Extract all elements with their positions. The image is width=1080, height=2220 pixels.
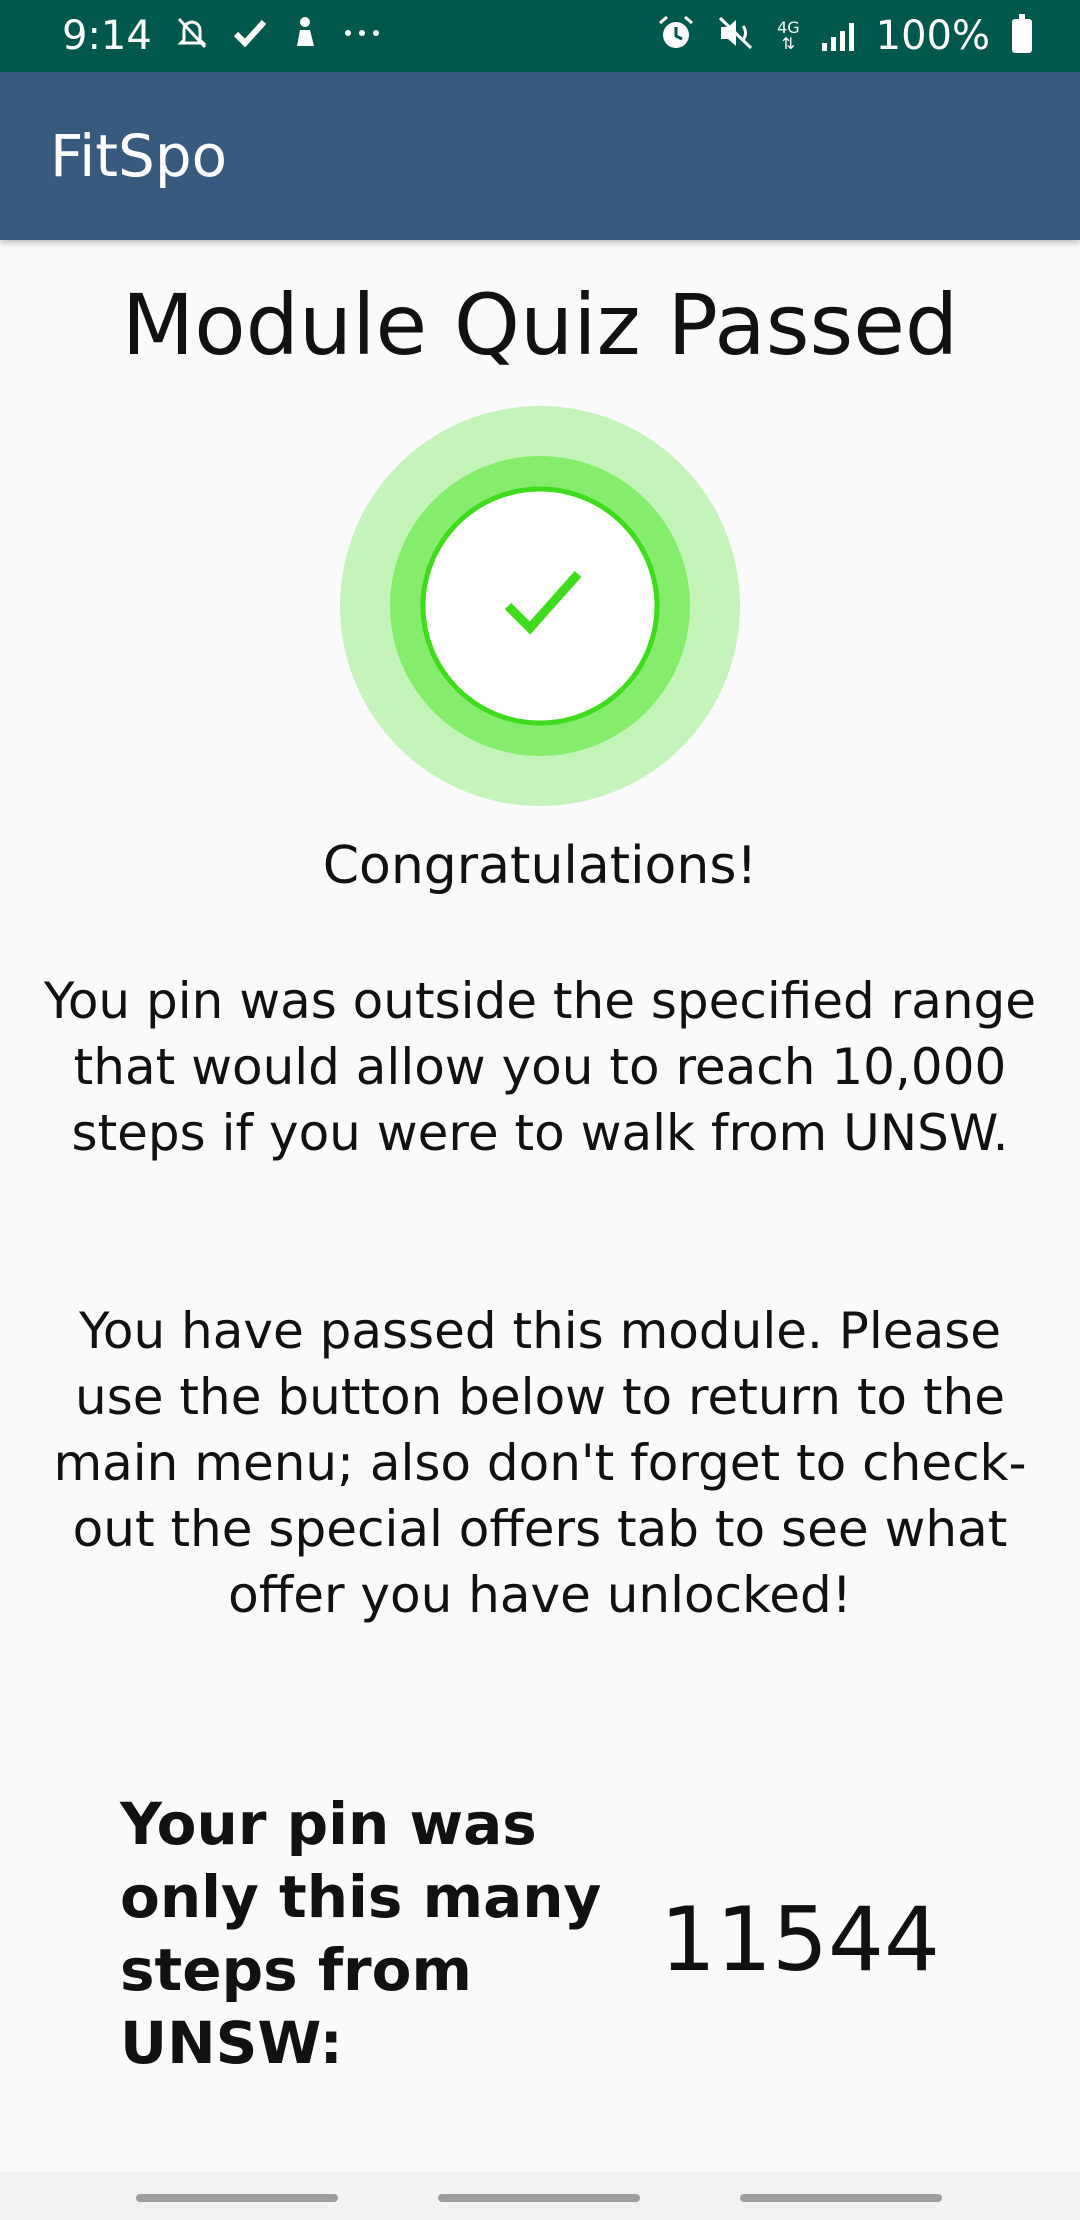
vibrate-icon: [717, 15, 755, 57]
congrats-text: Congratulations!: [322, 836, 758, 896]
steps-value: 11544: [660, 1888, 940, 1991]
status-bar: 9:14 4G ⇅ 100%: [0, 0, 1080, 72]
nav-handle-right[interactable]: [740, 2194, 942, 2202]
accessibility-icon: [290, 16, 320, 56]
more-icon: [342, 16, 382, 56]
page-title: Module Quiz Passed: [121, 276, 959, 374]
check-icon: [232, 16, 268, 56]
success-badge-graphic: [340, 406, 740, 806]
next-steps-message: You have passed this module. Please use …: [53, 1302, 1027, 1624]
result-message: You pin was outside the specified range …: [43, 972, 1037, 1162]
status-left: 9:14: [62, 13, 382, 59]
notifications-off-icon: [174, 16, 210, 56]
network-4g-icon: 4G ⇅: [777, 20, 800, 52]
gesture-nav-bar: [0, 2172, 1080, 2220]
status-time: 9:14: [62, 13, 152, 59]
steps-label: Your pin was only this many steps from U…: [120, 1790, 602, 2077]
app-title: FitSpo: [50, 122, 228, 190]
battery-percent: 100%: [875, 13, 990, 59]
alarm-icon: [657, 15, 695, 57]
app-bar: FitSpo: [0, 72, 1080, 240]
network-arrows-icon: ⇅: [781, 34, 796, 53]
status-right: 4G ⇅ 100%: [657, 13, 1032, 59]
signal-icon: [821, 21, 854, 51]
battery-icon: [1012, 14, 1032, 53]
badge-inner-circle: [420, 486, 660, 726]
nav-handle-center[interactable]: [438, 2194, 640, 2202]
success-badge: [340, 406, 740, 806]
nav-handle-left[interactable]: [136, 2194, 338, 2202]
